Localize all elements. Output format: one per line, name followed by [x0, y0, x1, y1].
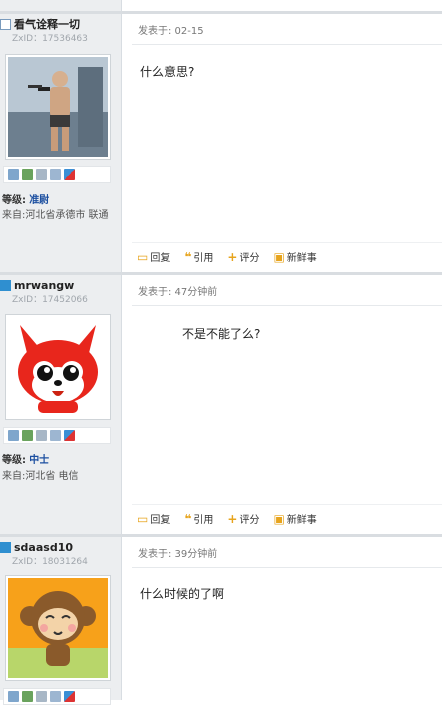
actions-divider	[132, 504, 442, 505]
mail-icon[interactable]	[8, 691, 19, 702]
user-level: 等级: 准尉	[2, 191, 49, 206]
avatar[interactable]	[5, 314, 111, 420]
quote-button[interactable]: ❝ 引用	[184, 249, 214, 265]
user-zxid: ZxID：17536463	[12, 34, 88, 44]
profile-icon[interactable]	[36, 430, 47, 441]
user-level: 等级: 中士	[2, 451, 49, 466]
quote-label: 引用	[193, 253, 214, 264]
user-sidebar: mrwangw ZxID：17452066 等级: 中士 来自:河北省 电信	[0, 275, 122, 537]
post-1: 看气诠释一切 ZxID：17536463 等级: 准尉 来自:河北省承德市 联通…	[0, 14, 442, 275]
rank-badge: 准尉	[29, 195, 50, 206]
reply-button[interactable]: ▭ 回复	[137, 249, 171, 265]
rate-icon: +	[227, 511, 238, 526]
avatar[interactable]	[5, 575, 111, 681]
blocks-icon[interactable]	[64, 169, 75, 180]
post-header-divider	[132, 305, 442, 306]
post-actions: ▭ 回复 ❝ 引用 + 评分 ▣ 新鲜事	[137, 249, 331, 265]
reply-icon: ▭	[137, 511, 149, 526]
rate-label: 评分	[239, 515, 260, 526]
blocks-icon[interactable]	[64, 691, 75, 702]
news-icon: ▣	[273, 511, 285, 526]
avatar[interactable]	[5, 54, 111, 160]
post-header-divider	[132, 44, 442, 45]
user-zxid: ZxID：18031264	[12, 557, 88, 567]
username[interactable]: sdaasd10	[14, 541, 73, 554]
quote-button[interactable]: ❝ 引用	[184, 511, 214, 527]
profile-icon[interactable]	[36, 169, 47, 180]
previous-post-edge	[0, 0, 442, 14]
add-friend-icon[interactable]	[22, 691, 33, 702]
photo-icon[interactable]	[50, 691, 61, 702]
reply-icon: ▭	[137, 249, 149, 264]
username[interactable]: mrwangw	[14, 279, 74, 292]
quote-icon: ❝	[184, 511, 192, 526]
user-zxid: ZxID：17452066	[12, 295, 88, 305]
rate-button[interactable]: + 评分	[227, 249, 260, 265]
add-friend-icon[interactable]	[22, 169, 33, 180]
online-status-icon	[0, 18, 11, 30]
quote-icon: ❝	[184, 249, 192, 264]
news-button[interactable]: ▣ 新鲜事	[273, 511, 317, 527]
news-icon: ▣	[273, 249, 285, 264]
user-sidebar: sdaasd10 ZxID：18031264	[0, 537, 122, 705]
username[interactable]: 看气诠释一切	[14, 16, 80, 32]
post-content: 不是不能了么?	[182, 327, 261, 341]
post-time: 发表于: 47分钟前	[138, 287, 218, 298]
quote-label: 引用	[193, 515, 214, 526]
news-label: 新鲜事	[286, 253, 317, 264]
online-status-icon	[0, 541, 11, 553]
add-friend-icon[interactable]	[22, 430, 33, 441]
user-location: 来自:河北省 电信	[2, 471, 79, 482]
username-row[interactable]: 看气诠释一切	[0, 17, 80, 31]
post-body: 发表于: 02-15 什么意思? ▭ 回复 ❝ 引用 + 评分 ▣ 新鲜事	[122, 14, 442, 275]
mail-icon[interactable]	[8, 169, 19, 180]
rate-button[interactable]: + 评分	[227, 511, 260, 527]
post-time: 发表于: 02-15	[138, 26, 204, 37]
level-label: 等级:	[2, 195, 26, 206]
photo-icon[interactable]	[50, 169, 61, 180]
post-content: 什么意思?	[140, 65, 195, 79]
photo-icon[interactable]	[50, 430, 61, 441]
reply-label: 回复	[150, 253, 171, 264]
profile-icon[interactable]	[36, 691, 47, 702]
post-time: 发表于: 39分钟前	[138, 549, 218, 560]
post-actions: ▭ 回复 ❝ 引用 + 评分 ▣ 新鲜事	[137, 511, 331, 527]
post-3: sdaasd10 ZxID：18031264 发表于: 39分钟前 什么时候的了…	[0, 537, 442, 705]
monkey-avatar	[8, 578, 108, 678]
post-header-divider	[132, 567, 442, 568]
news-button[interactable]: ▣ 新鲜事	[273, 249, 317, 265]
online-status-icon	[0, 279, 11, 291]
avatar-photo	[8, 57, 108, 157]
user-location: 来自:河北省承德市 联通	[2, 210, 109, 221]
post-body: 发表于: 39分钟前 什么时候的了啊	[122, 537, 442, 700]
post-content: 什么时候的了啊	[140, 587, 225, 601]
level-label: 等级:	[2, 455, 26, 466]
user-action-bar	[3, 166, 111, 183]
post-2: mrwangw ZxID：17452066 等级: 中士 来自:河北省 电信 发…	[0, 275, 442, 537]
post-body: 发表于: 47分钟前 不是不能了么? ▭ 回复 ❝ 引用 + 评分 ▣ 新鲜事	[122, 275, 442, 537]
user-action-bar	[3, 688, 111, 705]
actions-divider	[132, 242, 442, 243]
news-label: 新鲜事	[286, 515, 317, 526]
username-row[interactable]: sdaasd10	[0, 540, 73, 554]
rate-label: 评分	[239, 253, 260, 264]
red-fox-avatar	[8, 317, 108, 417]
rate-icon: +	[227, 249, 238, 264]
reply-label: 回复	[150, 515, 171, 526]
reply-button[interactable]: ▭ 回复	[137, 511, 171, 527]
mail-icon[interactable]	[8, 430, 19, 441]
rank-badge: 中士	[29, 455, 50, 466]
user-action-bar	[3, 427, 111, 444]
blocks-icon[interactable]	[64, 430, 75, 441]
user-sidebar: 看气诠释一切 ZxID：17536463 等级: 准尉 来自:河北省承德市 联通	[0, 14, 122, 275]
username-row[interactable]: mrwangw	[0, 278, 74, 292]
